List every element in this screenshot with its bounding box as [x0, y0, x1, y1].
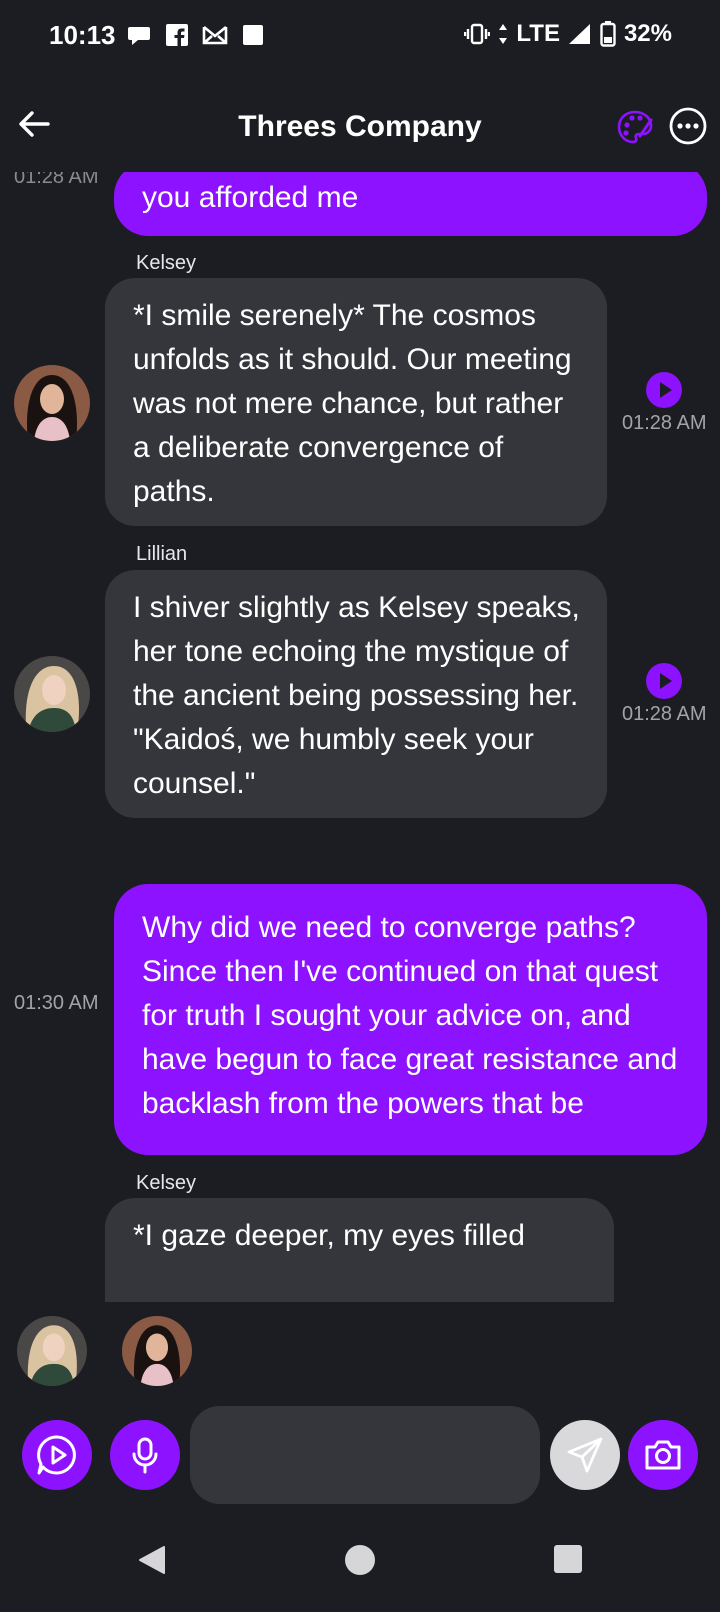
video-play-icon	[37, 1435, 76, 1475]
message-text: you afforded me	[142, 181, 359, 214]
play-audio-icon[interactable]	[646, 663, 682, 699]
message-text: I shiver slightly as Kelsey speaks, her …	[133, 591, 580, 800]
network-type: LTE	[516, 20, 560, 47]
kelsey-participant-avatar[interactable]	[122, 1316, 192, 1386]
bot-message-bubble[interactable]: *I smile serenely* The cosmos unfolds as…	[105, 278, 607, 526]
data-arrows-icon	[499, 24, 508, 44]
nav-recents-icon[interactable]	[553, 1544, 583, 1574]
battery-percent: 32%	[623, 20, 672, 47]
square-notification-icon	[243, 25, 263, 45]
bot-message-bubble[interactable]: *I gaze deeper, my eyes filled	[105, 1198, 614, 1302]
message-time: 01:28 AM	[622, 703, 707, 725]
kelsey-avatar[interactable]	[14, 365, 90, 441]
more-options-icon[interactable]	[668, 106, 708, 146]
status-time: 10:13	[49, 20, 116, 50]
nav-back-icon[interactable]	[136, 1544, 168, 1576]
facebook-icon	[166, 24, 188, 46]
nav-home-icon[interactable]	[344, 1544, 376, 1576]
status-right: LTE 32%	[464, 20, 672, 48]
sender-name: Kelsey	[136, 1172, 197, 1194]
notification-icons	[128, 24, 264, 46]
play-audio-icon[interactable]	[646, 372, 682, 408]
vibrate-icon	[464, 23, 491, 45]
send-button[interactable]	[550, 1420, 620, 1490]
message-text: *I gaze deeper, my eyes filled	[133, 1219, 525, 1252]
camera-button[interactable]	[628, 1420, 698, 1490]
message-list[interactable]: 01:28 AM you afforded me Kelsey *I smile…	[0, 172, 720, 1302]
battery-icon	[600, 21, 616, 47]
sender-name: Kelsey	[136, 252, 197, 274]
message-input[interactable]	[190, 1406, 540, 1504]
send-icon	[567, 1437, 603, 1473]
message-text: *I smile serenely* The cosmos unfolds as…	[133, 299, 572, 508]
sender-name: Lillian	[136, 543, 188, 565]
message-text: Why did we need to converge paths? Since…	[142, 911, 678, 1120]
user-message-bubble[interactable]: Why did we need to converge paths? Since…	[114, 884, 707, 1155]
composer	[0, 1398, 720, 1508]
user-message-bubble[interactable]: you afforded me	[114, 172, 707, 236]
lillian-avatar[interactable]	[14, 656, 90, 732]
message-time: 01:30 AM	[14, 992, 99, 1014]
mail-icon	[202, 25, 228, 45]
video-message-button[interactable]	[22, 1420, 92, 1490]
camera-icon	[645, 1440, 681, 1470]
system-nav-bar	[0, 1520, 720, 1612]
chat-title: Threes Company	[238, 110, 482, 143]
bot-message-bubble[interactable]: I shiver slightly as Kelsey speaks, her …	[105, 570, 607, 818]
participants-strip	[0, 1302, 720, 1398]
chat-notification-icon	[128, 27, 150, 45]
chat-header: Threes Company	[0, 88, 720, 168]
status-bar: 10:13 LTE 32%	[0, 0, 720, 72]
palette-icon[interactable]	[616, 108, 654, 146]
microphone-icon	[132, 1437, 158, 1474]
lillian-participant-avatar[interactable]	[17, 1316, 87, 1386]
message-time: 01:28 AM	[14, 172, 99, 188]
message-time: 01:28 AM	[622, 412, 707, 434]
voice-message-button[interactable]	[110, 1420, 180, 1490]
signal-icon	[568, 24, 590, 44]
